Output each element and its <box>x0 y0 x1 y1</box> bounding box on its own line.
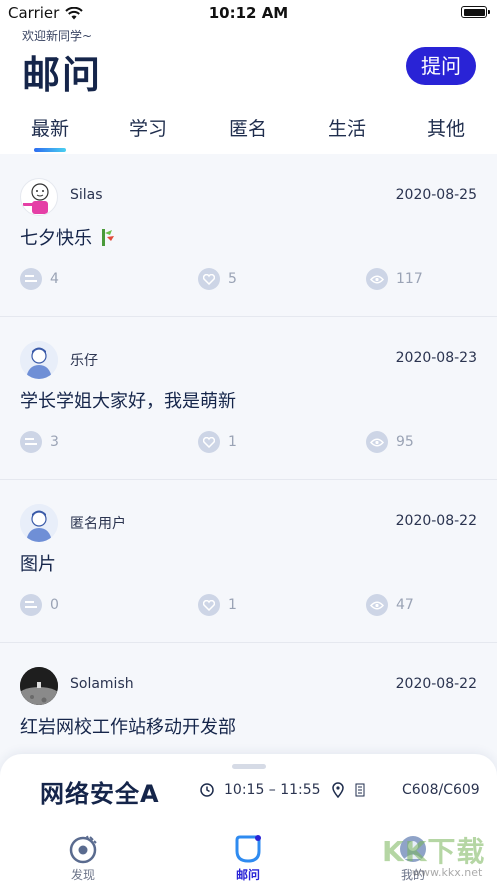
heart-icon <box>198 431 220 453</box>
comment-icon <box>20 594 42 616</box>
comment-count-value: 4 <box>50 271 59 287</box>
comment-count-value: 3 <box>50 434 59 450</box>
drag-handle[interactable] <box>232 764 266 769</box>
clock-icon <box>200 783 214 797</box>
post-date: 2020-08-23 <box>395 350 477 366</box>
like-count[interactable]: 5 <box>198 268 237 290</box>
view-count: 117 <box>366 268 423 290</box>
heart-icon <box>198 594 220 616</box>
bamboo-emoji-icon <box>101 229 114 246</box>
question-card[interactable]: Silas 2020-08-25 七夕快乐 4 5 117 <box>0 154 497 317</box>
like-count-value: 1 <box>228 597 237 613</box>
course-name: 网络安全A <box>40 780 160 808</box>
heart-icon <box>198 268 220 290</box>
course-location <box>331 782 365 798</box>
question-card[interactable]: 匿名用户 2020-08-22 图片 0 1 47 <box>0 480 497 643</box>
default-avatar-icon <box>20 341 58 379</box>
post-content: 七夕快乐 <box>20 224 116 250</box>
comment-count-value: 0 <box>50 597 59 613</box>
like-count[interactable]: 1 <box>198 431 237 453</box>
tab-label: 生活 <box>327 118 366 140</box>
like-count-value: 5 <box>228 271 237 287</box>
watermark-text: KK下载 <box>382 835 486 868</box>
question-feed: Silas 2020-08-25 七夕快乐 4 5 117 乐仔 2020-08… <box>0 154 497 806</box>
avatar[interactable] <box>20 667 58 705</box>
post-date: 2020-08-22 <box>395 513 477 529</box>
welcome-text: 欢迎新同学~ <box>22 29 93 43</box>
comment-count[interactable]: 0 <box>20 594 59 616</box>
status-bar: Carrier 10:12 AM <box>0 0 497 24</box>
comment-icon <box>20 268 42 290</box>
post-date: 2020-08-25 <box>395 187 477 203</box>
page-header: 欢迎新同学~ 邮问 提问 最新 学习 匿名 生活 其他 <box>0 24 497 154</box>
location-pin-icon <box>332 782 344 798</box>
view-count-value: 95 <box>396 434 414 450</box>
youwen-icon <box>235 835 261 863</box>
nav-label: 发现 <box>70 868 95 882</box>
eye-icon <box>366 594 388 616</box>
tab-study[interactable]: 学习 <box>118 114 178 141</box>
post-content: 学长学姐大家好，我是萌新 <box>20 391 236 412</box>
view-count: 95 <box>366 431 414 453</box>
clock: 10:12 AM <box>208 4 289 22</box>
tab-anonymous[interactable]: 匿名 <box>218 114 278 141</box>
moon-avatar-icon <box>20 667 58 705</box>
course-room: C608/C609 <box>402 782 480 798</box>
comment-icon <box>20 431 42 453</box>
active-tab-indicator <box>34 148 66 152</box>
discover-icon <box>69 835 97 864</box>
battery-icon <box>461 6 490 18</box>
tab-other[interactable]: 其他 <box>416 114 476 141</box>
ask-question-button[interactable]: 提问 <box>406 47 476 85</box>
avatar[interactable] <box>20 504 58 542</box>
post-content: 红岩网校工作站移动开发部 <box>20 717 236 738</box>
nav-label: 邮问 <box>235 868 260 882</box>
view-count-value: 47 <box>396 597 414 613</box>
question-card[interactable]: 乐仔 2020-08-23 学长学姐大家好，我是萌新 3 1 95 <box>0 317 497 480</box>
like-count[interactable]: 1 <box>198 594 237 616</box>
teaching-building-icon <box>355 783 365 797</box>
cartoon-avatar-icon <box>23 183 49 214</box>
post-date: 2020-08-22 <box>395 676 477 692</box>
course-time: 10:15 – 11:55 <box>200 782 321 798</box>
tab-latest[interactable]: 最新 <box>20 114 80 152</box>
course-time-text: 10:15 – 11:55 <box>224 782 321 798</box>
eye-icon <box>366 268 388 290</box>
tab-life[interactable]: 生活 <box>317 114 377 141</box>
post-content: 图片 <box>20 554 56 575</box>
comment-count[interactable]: 4 <box>20 268 59 290</box>
tab-label: 学习 <box>128 118 167 140</box>
watermark: KK下载 www.kkx.net <box>378 826 494 882</box>
post-author: 匿名用户 <box>70 516 126 532</box>
category-tabs: 最新 学习 匿名 生活 其他 <box>0 112 497 154</box>
watermark-url: www.kkx.net <box>412 866 483 879</box>
like-count-value: 1 <box>228 434 237 450</box>
default-avatar-icon <box>20 504 58 542</box>
view-count: 47 <box>366 594 414 616</box>
avatar[interactable] <box>20 178 58 216</box>
post-author: Solamish <box>70 676 134 692</box>
avatar[interactable] <box>20 341 58 379</box>
tab-label: 最新 <box>30 118 69 140</box>
comment-count[interactable]: 3 <box>20 431 59 453</box>
tab-label: 匿名 <box>228 118 267 140</box>
post-author: Silas <box>70 187 103 203</box>
post-author: 乐仔 <box>70 353 98 369</box>
post-text: 七夕快乐 <box>20 228 92 249</box>
view-count-value: 117 <box>396 271 423 287</box>
tab-label: 其他 <box>426 118 465 140</box>
eye-icon <box>366 431 388 453</box>
page-title: 邮问 <box>22 53 103 97</box>
